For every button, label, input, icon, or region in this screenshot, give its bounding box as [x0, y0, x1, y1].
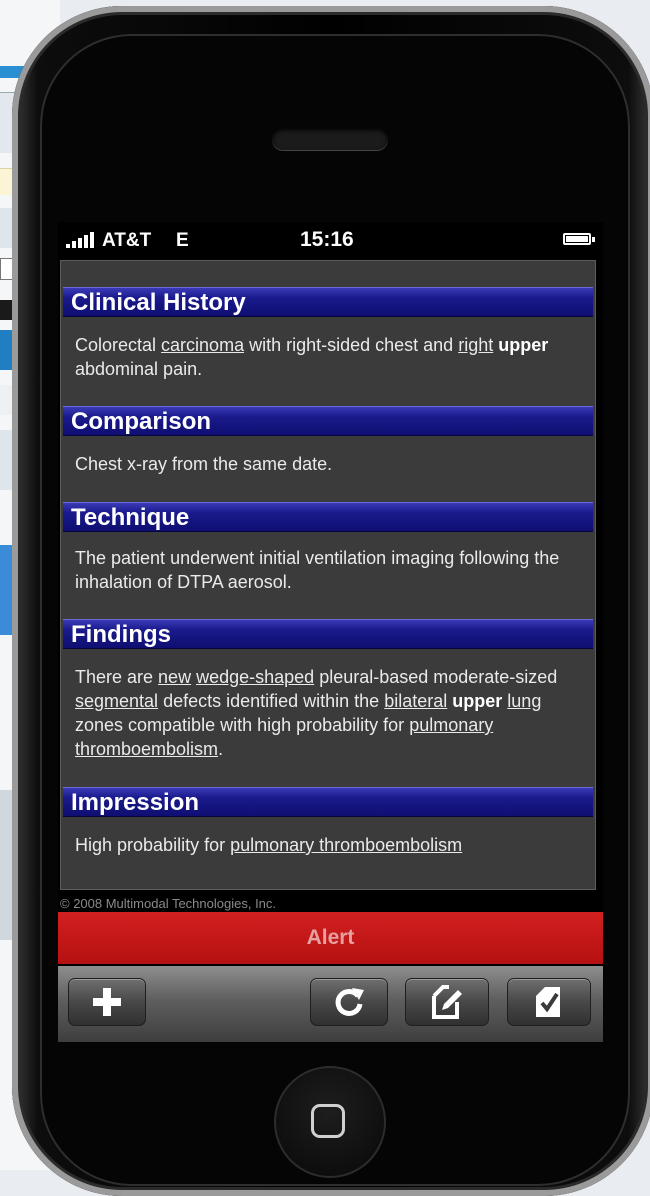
plus-icon [93, 988, 121, 1016]
checked-document-icon [536, 987, 560, 1017]
keyword-link[interactable]: wedge-shaped [196, 667, 314, 687]
bottom-toolbar [58, 966, 603, 1042]
alert-button[interactable]: Alert [58, 912, 603, 964]
battery-icon [563, 233, 595, 245]
comparison-text: Chest x-ray from the same date. [75, 454, 333, 474]
refresh-icon [335, 988, 364, 1016]
keyword-link[interactable]: segmental [75, 691, 158, 711]
refresh-button[interactable] [310, 978, 388, 1026]
clinical-history-text: Colorectal carcinoma with right-sided ch… [75, 335, 549, 379]
edit-document-icon [432, 985, 462, 1019]
edit-document-button[interactable] [405, 978, 489, 1026]
checked-document-button[interactable] [507, 978, 591, 1026]
keyword-link[interactable]: right [458, 335, 493, 355]
signal-strength-icon [66, 232, 102, 248]
section-header-clinical-history: Clinical History [63, 287, 593, 317]
status-bar: AT&T E 15:16 [58, 222, 603, 258]
phone-screen: AT&T E 15:16 Clinical History Colorectal… [58, 222, 603, 1042]
section-header-comparison: Comparison [63, 406, 593, 436]
home-square-icon [311, 1104, 345, 1138]
section-header-findings: Findings [63, 619, 593, 649]
findings-text: There are new wedge-shaped pleural-based… [75, 667, 558, 759]
keyword-link[interactable]: pulmonary thromboembolism [230, 835, 462, 855]
keyword-link[interactable]: new [158, 667, 191, 687]
carrier-name: AT&T [102, 230, 152, 251]
section-header-technique: Technique [63, 502, 593, 532]
earpiece-speaker [272, 128, 388, 150]
keyword-link[interactable]: lung [507, 691, 541, 711]
keyword-link[interactable]: bilateral [384, 691, 447, 711]
section-header-impression: Impression [63, 787, 593, 817]
copyright-notice: © 2008 Multimodal Technologies, Inc. [60, 896, 277, 911]
technique-text: The patient underwent initial ventilatio… [75, 548, 560, 592]
status-time: 15:16 [300, 228, 354, 251]
report-panel[interactable]: Clinical History Colorectal carcinoma wi… [60, 260, 596, 890]
home-button[interactable] [274, 1066, 386, 1178]
add-button[interactable] [68, 978, 146, 1026]
network-type: E [176, 230, 189, 251]
impression-text: High probability for pulmonary thromboem… [75, 835, 463, 855]
keyword-link[interactable]: carcinoma [161, 335, 244, 355]
